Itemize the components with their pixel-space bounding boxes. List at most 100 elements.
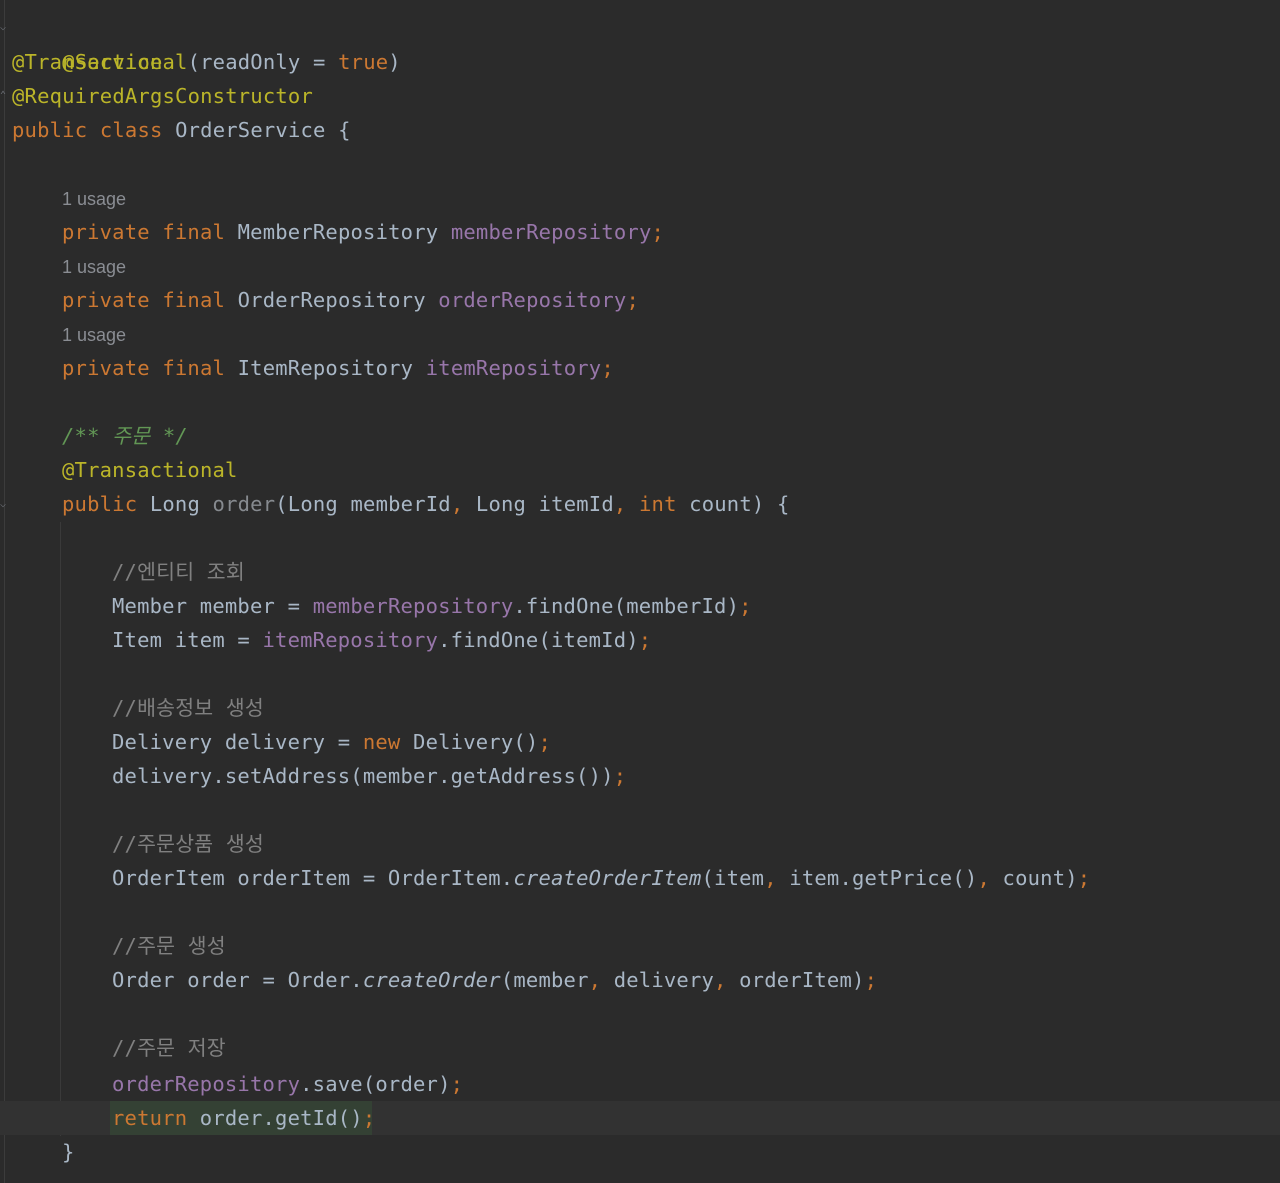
keyword: final — [162, 288, 226, 312]
code-token: ) — [388, 50, 401, 74]
field-name: itemRepository — [262, 628, 439, 652]
semicolon: ; — [538, 730, 551, 754]
code-line-member: Member member = memberRepository.findOne… — [112, 589, 752, 623]
code-line-field-item: private final ItemRepository itemReposit… — [62, 351, 614, 385]
type-name: Long — [149, 492, 200, 516]
code-token: delivery — [601, 968, 715, 992]
code-token: Member member = — [112, 594, 313, 618]
keyword: new — [362, 730, 401, 754]
code-line-comment-order-item: //주문상품 생성 — [112, 827, 264, 861]
comma: , — [613, 492, 627, 516]
code-token: Long itemId — [463, 492, 614, 516]
editor-gutter-border — [4, 0, 5, 1183]
semicolon: ; — [739, 594, 752, 618]
method-name: order — [212, 492, 276, 516]
field-name: orderRepository — [438, 288, 627, 312]
usage-hint[interactable]: 1 usage — [62, 187, 126, 211]
code-line-comment-order-create: //주문 생성 — [112, 929, 226, 963]
code-token: (member — [500, 968, 589, 992]
fold-marker-icon[interactable]: ⌵ — [0, 500, 9, 510]
keyword: final — [162, 220, 226, 244]
keyword: class — [99, 118, 163, 142]
code-token: orderItem) — [726, 968, 865, 992]
type-name: MemberRepository — [237, 220, 439, 244]
code-line-delivery: Delivery delivery = new Delivery(); — [112, 725, 551, 759]
annotation: @RequiredArgsConstructor — [12, 84, 314, 108]
keyword: public — [62, 492, 138, 516]
annotation: @Transactional — [12, 50, 188, 74]
code-line-3: @RequiredArgsConstructor — [12, 79, 313, 113]
line-comment: //배송정보 생성 — [112, 696, 264, 720]
code-token: Delivery() — [400, 730, 539, 754]
code-token: .findOne(itemId) — [438, 628, 639, 652]
code-token: Order order = Order. — [112, 968, 363, 992]
comma: , — [977, 866, 990, 890]
code-line-field-order: private final OrderRepository orderRepos… — [62, 283, 639, 317]
code-line-close-brace: } — [62, 1135, 75, 1169]
code-line-order: Order order = Order.createOrder(member, … — [112, 963, 877, 997]
line-comment: //엔티티 조회 — [112, 560, 245, 584]
comma: , — [714, 968, 727, 992]
fold-marker-icon[interactable]: ⌃ — [0, 91, 9, 101]
code-line-field-member: private final MemberRepository memberRep… — [62, 215, 664, 249]
keyword: private — [62, 220, 150, 244]
code-line-comment-delivery: //배송정보 생성 — [112, 691, 264, 725]
field-name: memberRepository — [450, 220, 652, 244]
code-line-comment-save: //주문 저장 — [112, 1031, 226, 1065]
code-token: (readOnly = — [187, 50, 339, 74]
code-line-item: Item item = itemRepository.findOne(itemI… — [112, 623, 651, 657]
type-name: ItemRepository — [237, 356, 414, 380]
line-comment: //주문상품 생성 — [112, 832, 264, 856]
keyword: private — [62, 356, 150, 380]
type-name: OrderRepository — [237, 288, 426, 312]
keyword: int — [639, 492, 677, 516]
code-token: Item item = — [112, 628, 263, 652]
semicolon: ; — [864, 968, 878, 992]
code-line-1: @Service — [12, 11, 163, 74]
code-line-order-item: OrderItem orderItem = OrderItem.createOr… — [112, 861, 1090, 895]
code-token: OrderItem orderItem = OrderItem. — [112, 866, 514, 890]
line-comment: //주문 생성 — [112, 934, 226, 958]
code-token: Delivery delivery = — [112, 730, 363, 754]
code-token: .save(order) — [300, 1072, 451, 1096]
class-name: OrderService { — [175, 118, 351, 142]
code-token: (item — [701, 866, 765, 890]
comma: , — [764, 866, 777, 890]
code-line-set-address: delivery.setAddress(member.getAddress())… — [112, 759, 626, 793]
code-line-comment-entity: //엔티티 조회 — [112, 555, 245, 589]
code-line-doc: /** 주문 */ — [62, 419, 188, 453]
semicolon: ; — [613, 764, 627, 788]
keyword: public — [12, 118, 88, 142]
code-line-4: public class OrderService { — [12, 113, 351, 147]
code-token: item.getPrice() — [776, 866, 978, 890]
line-comment: //주문 저장 — [112, 1036, 226, 1060]
code-token: count) — [990, 866, 1078, 890]
semicolon: ; — [1077, 866, 1091, 890]
indent-guide — [60, 522, 61, 1136]
semicolon: ; — [362, 1106, 376, 1130]
annotation: @Transactional — [62, 458, 238, 482]
code-token: count) { — [676, 492, 790, 516]
code-line-method-signature: public Long order(Long memberId, Long it… — [62, 487, 790, 521]
code-token: order.getId() — [187, 1106, 363, 1130]
semicolon: ; — [626, 288, 639, 312]
field-name: itemRepository — [425, 356, 602, 380]
usage-hint[interactable]: 1 usage — [62, 255, 126, 279]
static-method: createOrder — [362, 968, 501, 992]
comma: , — [588, 968, 602, 992]
code-line-return: return order.getId(); — [112, 1101, 375, 1135]
code-token: } — [62, 1140, 75, 1164]
fold-marker-icon[interactable]: ⌵ — [0, 23, 9, 33]
semicolon: ; — [638, 628, 652, 652]
doc-comment: /** 주문 */ — [62, 424, 188, 448]
usage-hint[interactable]: 1 usage — [62, 323, 126, 347]
code-line-method-annotation: @Transactional — [62, 453, 238, 487]
semicolon: ; — [450, 1072, 464, 1096]
keyword: final — [162, 356, 226, 380]
static-method: createOrderItem — [513, 866, 702, 890]
code-token: (Long memberId — [275, 492, 451, 516]
code-token: .findOne(memberId) — [513, 594, 740, 618]
comma: , — [450, 492, 464, 516]
code-line-2: @Transactional(readOnly = true) — [12, 45, 401, 79]
code-token: delivery.setAddress(member.getAddress()) — [112, 764, 614, 788]
